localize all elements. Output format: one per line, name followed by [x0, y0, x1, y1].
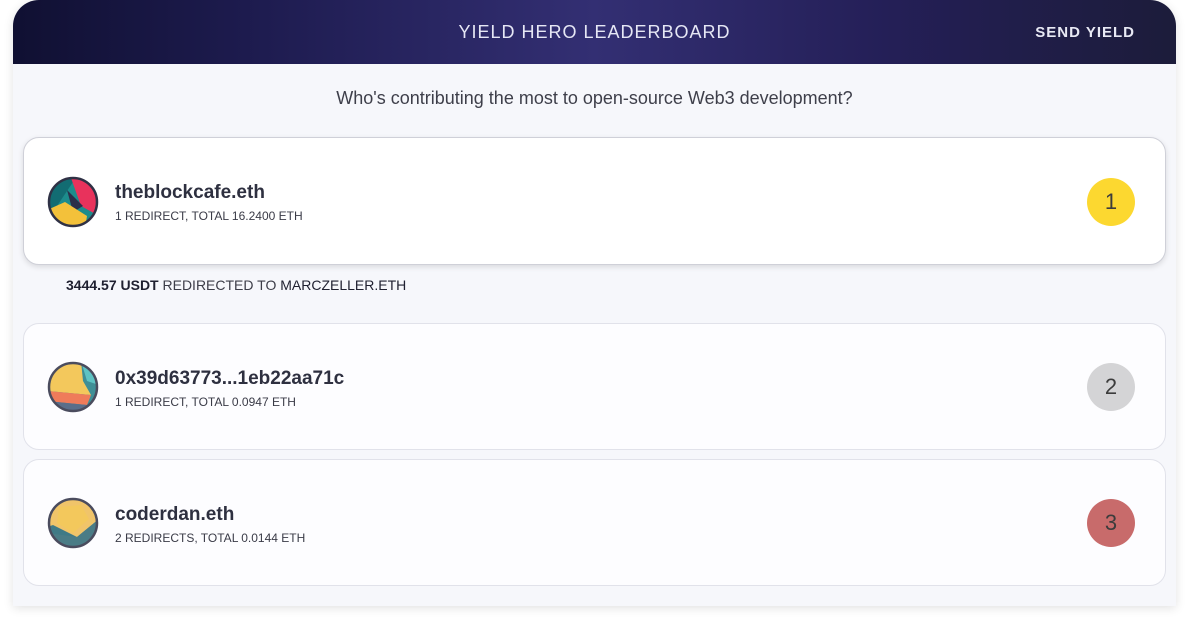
leader-card-1[interactable]: theblockcafe.eth 1 REDIRECT, TOTAL 16.24…: [23, 137, 1166, 265]
leader-name: 0x39d63773...1eb22aa71c: [115, 368, 345, 389]
leader-meta: 2 REDIRECTS, TOTAL 0.0144 ETH: [115, 531, 306, 545]
redirect-recipient: MARCZELLER.ETH: [280, 277, 407, 293]
geometric-avatar-icon: [47, 176, 99, 228]
rank-badge: 2: [1087, 363, 1135, 411]
page-subtitle: Who's contributing the most to open-sour…: [336, 88, 853, 108]
geometric-avatar-icon: [47, 361, 99, 413]
leader-name: theblockcafe.eth: [115, 182, 265, 203]
redirect-label: REDIRECTED TO: [162, 277, 277, 293]
geometric-avatar-icon: [47, 497, 99, 549]
rank-badge: 1: [1087, 178, 1135, 226]
leader-card-2[interactable]: 0x39d63773...1eb22aa71c 1 REDIRECT, TOTA…: [23, 323, 1166, 450]
leader-card-3[interactable]: coderdan.eth 2 REDIRECTS, TOTAL 0.0144 E…: [23, 459, 1166, 586]
leaderboard-window: YIELD HERO LEADERBOARD SEND YIELD Who's …: [13, 0, 1176, 606]
redirect-detail: 3444.57 USDT REDIRECTED TO MARCZELLER.ET…: [66, 277, 406, 293]
redirect-amount: 3444.57 USDT: [66, 277, 159, 293]
leader-meta: 1 REDIRECT, TOTAL 0.0947 ETH: [115, 395, 296, 409]
header-bar: YIELD HERO LEADERBOARD SEND YIELD: [13, 0, 1176, 64]
rank-badge: 3: [1087, 499, 1135, 547]
leader-name: coderdan.eth: [115, 504, 235, 525]
send-yield-button[interactable]: SEND YIELD: [1035, 0, 1135, 64]
page-title: YIELD HERO LEADERBOARD: [458, 22, 731, 42]
leader-meta: 1 REDIRECT, TOTAL 16.2400 ETH: [115, 209, 303, 223]
